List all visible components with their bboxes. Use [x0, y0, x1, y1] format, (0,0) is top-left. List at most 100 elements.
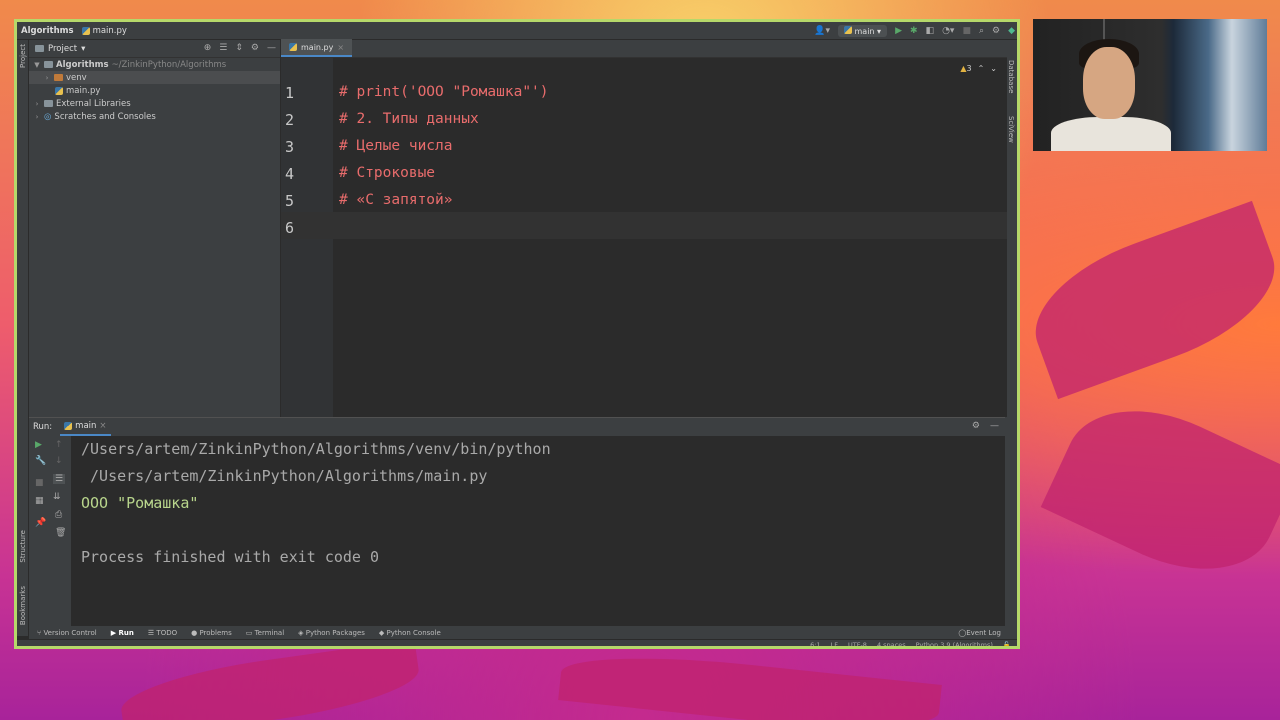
chevron-down-icon[interactable]: ⌄ [990, 64, 997, 73]
python-packages-tab[interactable]: ◈ Python Packages [298, 629, 365, 637]
stop-icon[interactable]: ■ [962, 26, 971, 36]
arrow-up-icon[interactable]: ↑ [55, 440, 63, 450]
gear-icon[interactable]: ⚙ [992, 26, 1000, 36]
chevron-up-icon[interactable]: ⌃ [978, 64, 985, 73]
status-items: 6:1 LF UTF-8 4 spaces Python 3.9 (Algori… [810, 640, 1011, 646]
search-icon[interactable]: ⌕ [979, 26, 984, 36]
line-number: 2 [285, 111, 295, 129]
chevron-right-icon[interactable]: › [43, 74, 51, 82]
project-tool-tab[interactable]: Project [19, 44, 27, 68]
code-editor[interactable]: main.py × ▲3 ⌃ ⌄ 1 2 3 4 5 6 # print('ОО… [281, 39, 1007, 417]
folder-icon [44, 61, 53, 68]
python-file-icon [55, 86, 63, 95]
terminal-tab[interactable]: ▭ Terminal [246, 629, 284, 637]
tree-item-main-py[interactable]: main.py [29, 84, 280, 97]
run-config-select[interactable]: main ▾ [837, 25, 888, 37]
python-file-icon [64, 422, 73, 430]
run-tab[interactable]: ▶ Run [111, 629, 134, 637]
scroll-to-end-icon[interactable]: ⇊ [53, 492, 61, 502]
print-icon[interactable]: ⎙ [55, 510, 62, 520]
code-line[interactable]: # Целые числа [339, 138, 453, 154]
hide-icon[interactable]: — [990, 421, 999, 431]
inspection-widget[interactable]: ▲3 ⌃ ⌄ [960, 64, 997, 73]
toolbar-actions: 👤▾ main ▾ ▶ ✱ ◧ ◔▾ ■ ⌕ ⚙ ◆ [814, 22, 1015, 40]
lock-icon[interactable]: 🔓 [1003, 641, 1011, 646]
user-icon[interactable]: 👤▾ [814, 26, 830, 36]
close-icon[interactable]: × [337, 43, 344, 52]
chevron-down-icon[interactable]: ▾ [81, 44, 85, 54]
project-pane-title[interactable]: Project [48, 44, 77, 54]
locate-icon[interactable]: ⊕ [204, 43, 212, 53]
project-pane: Project ▾ ⊕ ☰ ⇕ ⚙ — ▼ Algorithms ~/Zinki… [29, 40, 281, 417]
caret-position[interactable]: 6:1 [810, 641, 820, 646]
line-number: 5 [285, 192, 295, 210]
editor-tabs: main.py × [281, 39, 1007, 58]
root-path: ~/ZinkinPython/Algorithms [111, 59, 227, 70]
pin-icon[interactable]: 📌 [35, 518, 46, 528]
layout-icon[interactable]: ▦ [35, 496, 44, 506]
arrow-down-icon[interactable]: ↓ [55, 456, 63, 466]
profile-icon[interactable]: ◔▾ [942, 26, 954, 36]
stop-icon[interactable]: ■ [35, 478, 44, 488]
python-interpreter[interactable]: Python 3.9 (Algorithms) [916, 641, 993, 646]
gear-icon[interactable]: ⚙ [251, 43, 259, 53]
run-label: Run: [33, 422, 53, 432]
problems-tab[interactable]: ● Problems [191, 629, 232, 637]
gear-icon[interactable]: ⚙ [972, 421, 980, 431]
line-number: 6 [285, 219, 295, 237]
file-encoding[interactable]: UTF-8 [848, 641, 867, 646]
tab-main-py[interactable]: main.py × [281, 39, 353, 57]
warning-count: 3 [966, 64, 972, 73]
tab-label: main.py [301, 42, 334, 52]
project-pane-actions: ⊕ ☰ ⇕ ⚙ — [204, 43, 276, 53]
tree-item-label: External Libraries [56, 98, 131, 109]
python-console-tab[interactable]: ◆ Python Console [379, 629, 441, 637]
python-file-icon [289, 43, 297, 51]
run-icon[interactable]: ▶ [895, 26, 902, 36]
sciview-tool-tab[interactable]: SciView [1007, 116, 1015, 143]
code-line[interactable]: # print('ООО "Ромашка"') [339, 84, 549, 100]
breadcrumb-file[interactable]: main.py [78, 26, 131, 36]
event-log-tab[interactable]: ◯ Event Log [958, 626, 1001, 639]
webcam-overlay [1033, 19, 1267, 151]
updates-icon[interactable]: ◆ [1008, 26, 1015, 36]
chevron-right-icon[interactable]: › [33, 100, 41, 108]
chevron-right-icon[interactable]: › [33, 113, 41, 121]
palm-decoration [1017, 200, 1280, 400]
bookmarks-tool-tab[interactable]: Bookmarks [19, 586, 27, 625]
chevron-down-icon[interactable]: ▼ [33, 61, 41, 69]
rerun-icon[interactable]: ▶ [35, 440, 42, 450]
structure-tool-tab[interactable]: Structure [19, 530, 27, 563]
project-icon [35, 45, 44, 52]
todo-tab[interactable]: ☰ TODO [148, 629, 177, 637]
line-separator[interactable]: LF [831, 641, 838, 646]
version-control-tab[interactable]: ⑂ Version Control [37, 629, 97, 637]
run-pane-header: Run: main × ⚙ — [29, 418, 1005, 436]
tool-window-bar: ⑂ Version Control ▶ Run ☰ TODO ● Problem… [29, 626, 1017, 639]
database-tool-tab[interactable]: Database [1007, 60, 1015, 93]
scratches-icon: ◎ [44, 111, 52, 122]
indent-setting[interactable]: 4 spaces [877, 641, 906, 646]
collapse-all-icon[interactable]: ⇕ [235, 43, 243, 53]
hide-icon[interactable]: — [267, 43, 276, 53]
expand-all-icon[interactable]: ☰ [219, 43, 227, 53]
soft-wrap-icon[interactable]: ☰ [53, 474, 66, 484]
coverage-icon[interactable]: ◧ [926, 26, 935, 36]
tree-root[interactable]: ▼ Algorithms ~/ZinkinPython/Algorithms [29, 58, 280, 71]
tree-item-venv[interactable]: › venv [29, 71, 280, 84]
tree-item-label: venv [66, 72, 87, 83]
code-line[interactable]: # Строковые [339, 165, 435, 181]
close-icon[interactable]: × [99, 421, 106, 431]
wrench-icon[interactable]: 🔧 [35, 456, 46, 466]
library-icon [44, 100, 53, 107]
run-pane-actions: ⚙ — [972, 421, 999, 431]
breadcrumb-project[interactable]: Algorithms [17, 26, 78, 36]
code-line[interactable]: # «С запятой» [339, 192, 453, 208]
trash-icon[interactable]: 🗑 [55, 528, 66, 538]
tree-item-scratches[interactable]: › ◎ Scratches and Consoles [29, 110, 280, 123]
tree-item-label: Scratches and Consoles [54, 111, 156, 122]
debug-icon[interactable]: ✱ [910, 26, 918, 36]
code-line[interactable]: # 2. Типы данных [339, 111, 479, 127]
tab-run-main[interactable]: main × [60, 418, 111, 436]
tree-item-external-libraries[interactable]: › External Libraries [29, 97, 280, 110]
